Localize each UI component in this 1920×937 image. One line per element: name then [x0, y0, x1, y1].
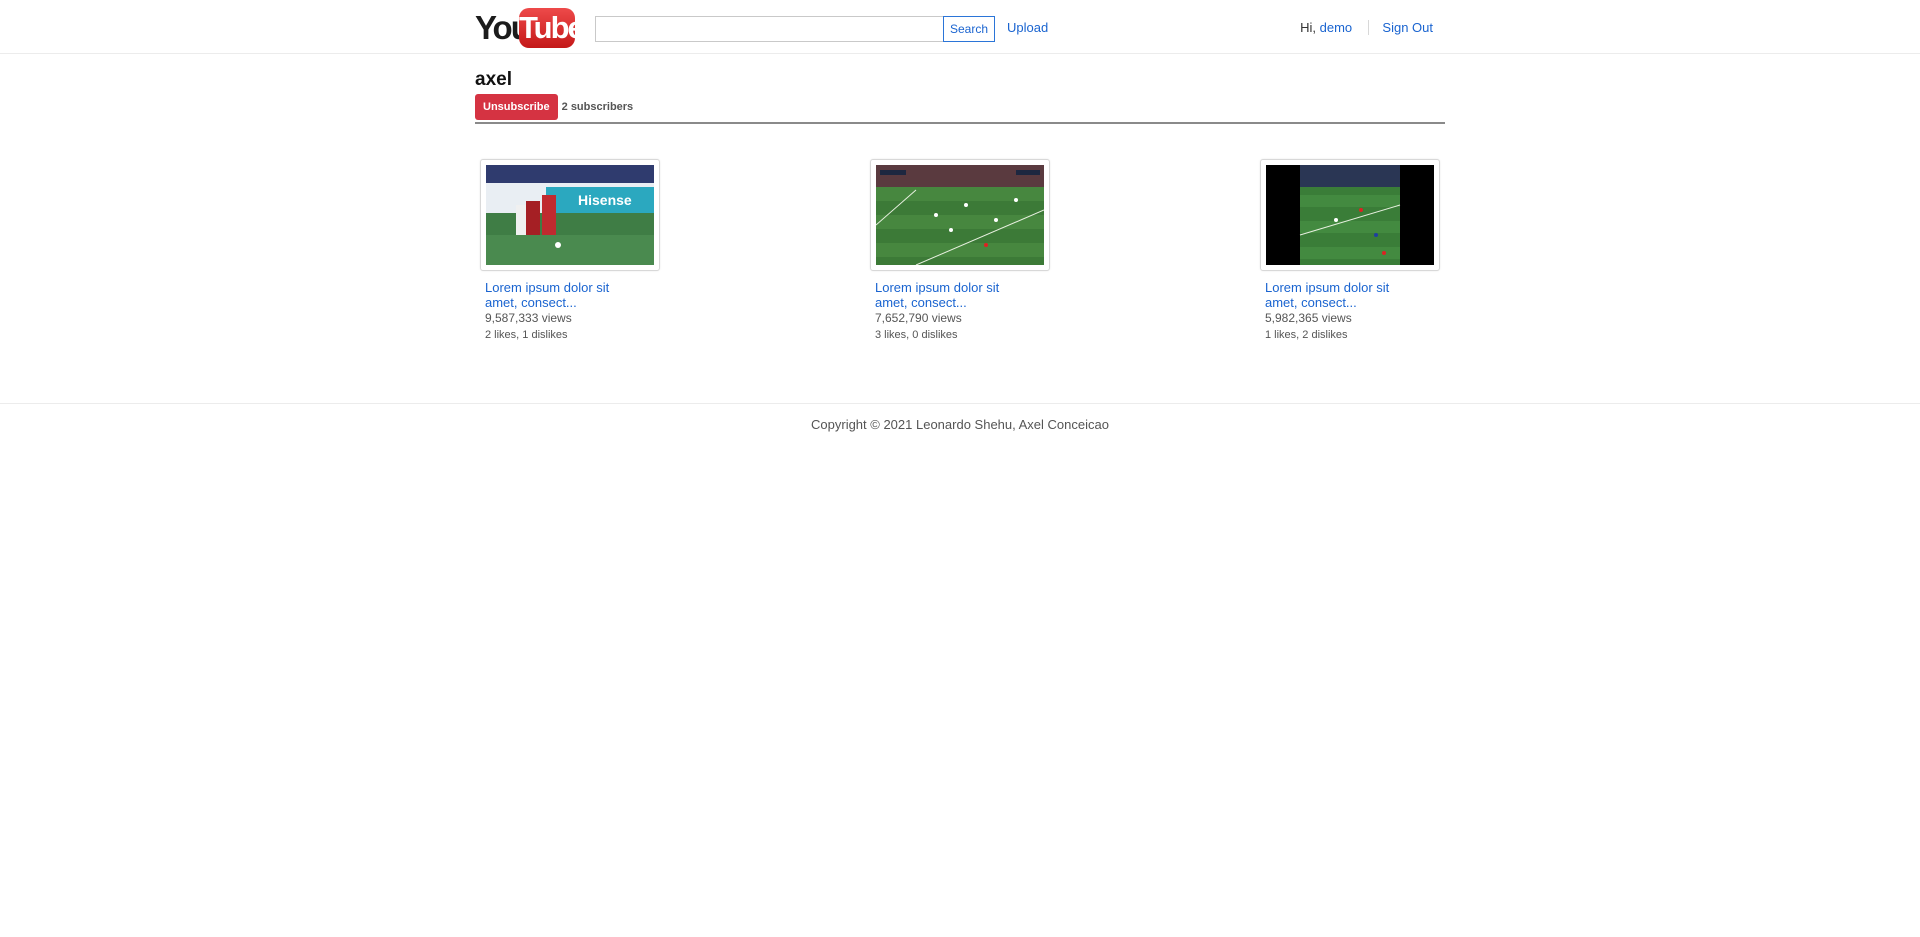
sign-out-link[interactable]: Sign Out — [1382, 20, 1433, 35]
video-likes: 2 likes, 1 dislikes — [485, 329, 568, 341]
unsubscribe-button[interactable]: Unsubscribe — [475, 94, 558, 120]
video-thumbnail-link[interactable]: Hisense — [480, 159, 660, 271]
video-likes: 1 likes, 2 dislikes — [1265, 329, 1348, 341]
video-title-link[interactable]: Lorem ipsum dolor sit amet, consect... — [875, 280, 1025, 310]
top-bar: You Tube Search Upload Hi, demo Sign Out — [0, 0, 1920, 54]
channel-name: axel — [475, 69, 512, 90]
search-button[interactable]: Search — [943, 16, 995, 42]
channel-header: axel Unsubscribe 2 subscribers — [475, 69, 1445, 124]
subscribe-row: Unsubscribe 2 subscribers — [475, 94, 1445, 120]
divider — [1367, 20, 1369, 35]
logo-text-tube: Tube — [519, 10, 585, 45]
video-thumbnail-link[interactable] — [870, 159, 1050, 271]
video-views: 7,652,790 views — [875, 311, 962, 325]
video-views: 9,587,333 views — [485, 311, 572, 325]
greeting-text: Hi, — [1300, 20, 1316, 35]
video-views: 5,982,365 views — [1265, 311, 1352, 325]
video-thumbnail — [875, 165, 1045, 266]
video-card: Lorem ipsum dolor sit amet, consect... 7… — [865, 159, 1065, 342]
footer: Copyright © 2021 Leonardo Shehu, Axel Co… — [0, 403, 1920, 443]
youtube-logo[interactable]: You Tube — [475, 8, 585, 48]
video-title-link[interactable]: Lorem ipsum dolor sit amet, consect... — [485, 280, 635, 310]
video-thumbnail: Hisense — [486, 165, 654, 265]
username-link[interactable]: demo — [1320, 20, 1353, 35]
header-content: You Tube Search Upload Hi, demo Sign Out — [475, 0, 1445, 54]
svg-text:Hisense: Hisense — [578, 192, 632, 208]
video-title-link[interactable]: Lorem ipsum dolor sit amet, consect... — [1265, 280, 1415, 310]
subscriber-count: 2 subscribers — [561, 101, 634, 113]
video-card: Hisense Lorem ipsum dolor sit amet, cons… — [475, 159, 675, 342]
video-thumbnail-link[interactable] — [1260, 159, 1440, 271]
video-likes: 3 likes, 0 dislikes — [875, 329, 958, 341]
upload-link[interactable]: Upload — [1007, 20, 1048, 35]
video-thumbnail — [1266, 165, 1434, 265]
video-card: Lorem ipsum dolor sit amet, consect... 5… — [1255, 159, 1455, 342]
logo-tube-box: Tube — [519, 8, 585, 48]
video-grid: Hisense Lorem ipsum dolor sit amet, cons… — [475, 159, 1445, 349]
search-input[interactable] — [595, 16, 943, 42]
user-menu: Hi, demo Sign Out — [1300, 20, 1433, 35]
copyright-text: Copyright © 2021 Leonardo Shehu, Axel Co… — [811, 417, 1109, 432]
